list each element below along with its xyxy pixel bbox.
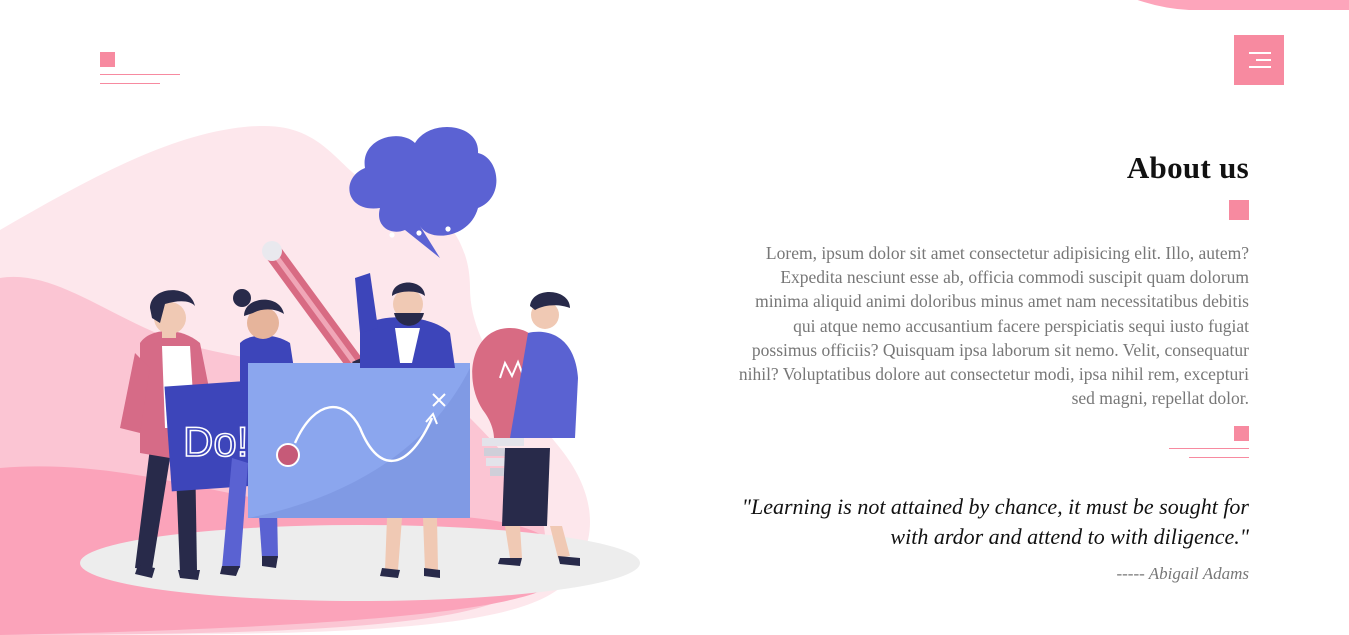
quote-text: "Learning is not attained by chance, it … — [741, 494, 1249, 550]
hamburger-bar — [1249, 66, 1271, 68]
logo-line — [100, 74, 180, 75]
hamburger-menu-icon — [1249, 52, 1271, 54]
logo[interactable] — [100, 52, 184, 92]
divider-line — [1169, 448, 1249, 450]
about-section: About us Lorem, ipsum dolor sit amet con… — [729, 150, 1249, 584]
hamburger-bar — [1256, 59, 1271, 61]
logo-line — [100, 83, 160, 84]
team-brainstorm-illustration: Do! — [0, 125, 640, 635]
logo-square — [100, 52, 115, 67]
strategy-board — [248, 363, 470, 518]
sign-text: Do! — [183, 418, 248, 465]
section-divider — [729, 426, 1249, 460]
corner-decoration — [1137, 0, 1349, 10]
hamburger-menu-button[interactable] — [1234, 35, 1284, 85]
about-title: About us — [1126, 150, 1249, 185]
about-body: Lorem, ipsum dolor sit amet consectetur … — [738, 243, 1249, 409]
divider-line — [1189, 457, 1249, 459]
divider-square — [1234, 426, 1249, 442]
quote-author: ----- Abigail Adams — [1116, 564, 1249, 584]
title-accent-square — [1229, 200, 1249, 220]
